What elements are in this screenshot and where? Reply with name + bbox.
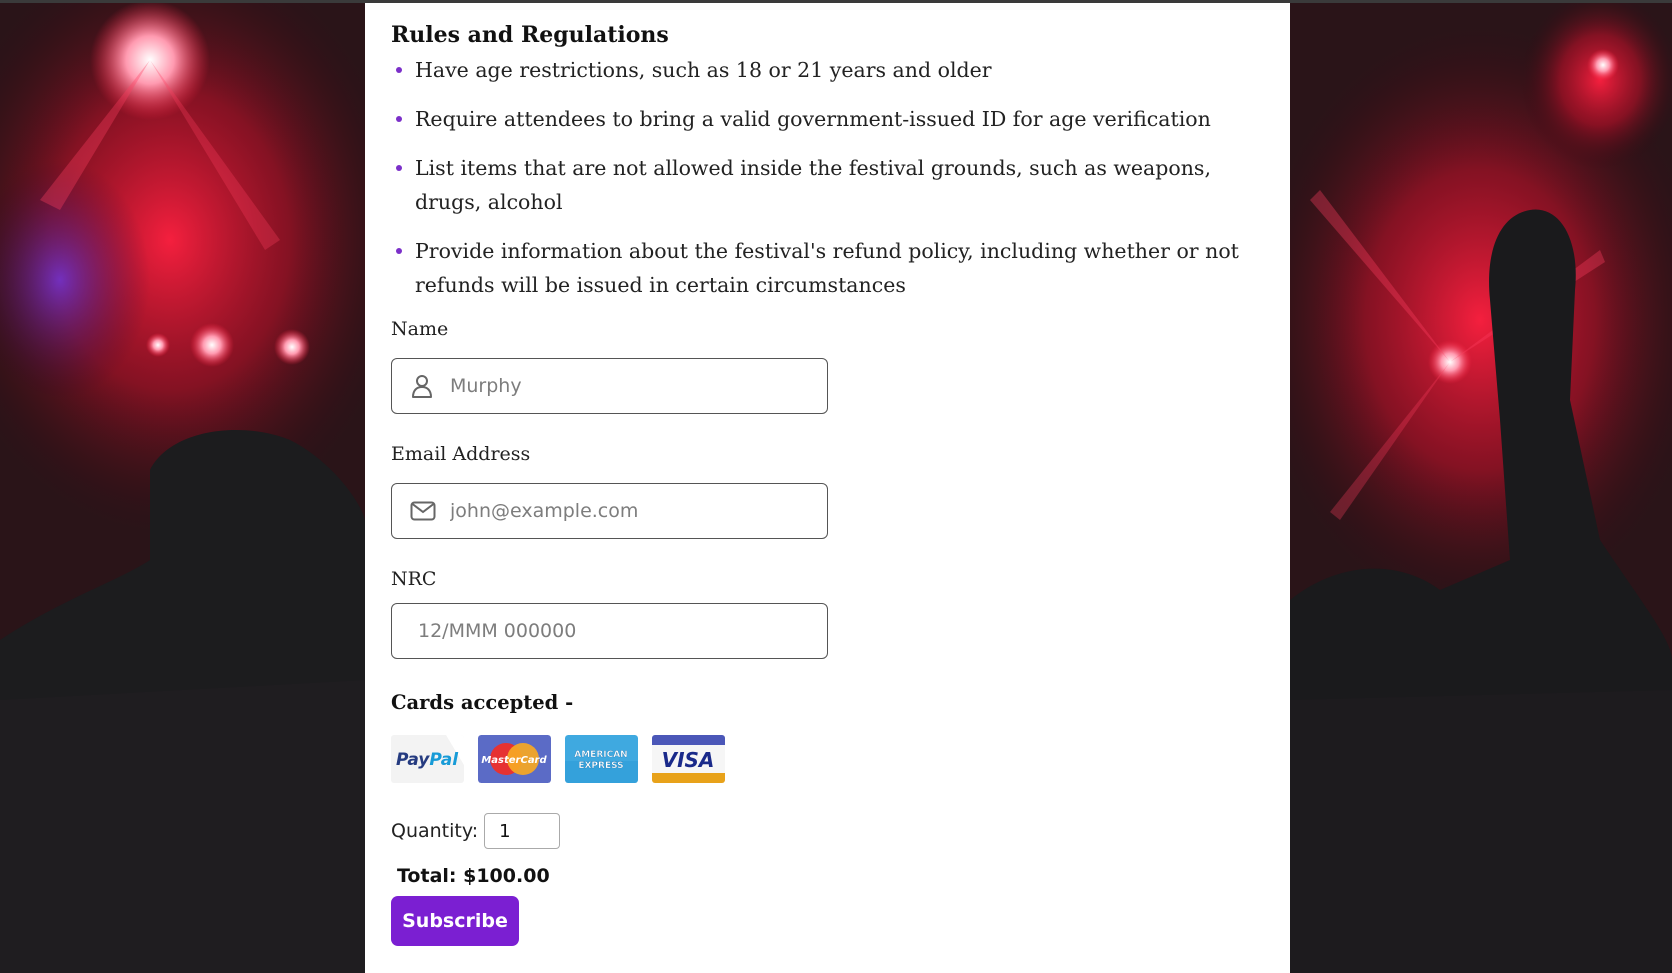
rule-item: Require attendees to bring a valid gover… <box>396 102 1264 136</box>
rules-title: Rules and Regulations <box>391 22 669 48</box>
email-label: Email Address <box>391 443 531 465</box>
mail-icon <box>410 498 436 524</box>
name-field[interactable] <box>391 358 828 414</box>
mastercard-logo: MasterCard <box>478 735 551 783</box>
svg-text:AMERICAN: AMERICAN <box>574 750 627 760</box>
rule-item: Provide information about the festival's… <box>396 234 1264 302</box>
visa-logo: VISA <box>652 735 725 783</box>
svg-text:VISA: VISA <box>662 748 715 772</box>
nrc-label: NRC <box>391 568 437 590</box>
cards-accepted-title: Cards accepted - <box>391 691 574 714</box>
paypal-logo: PayPal <box>391 735 464 783</box>
svg-text:EXPRESS: EXPRESS <box>578 761 623 771</box>
svg-text:MasterCard: MasterCard <box>481 755 547 766</box>
user-icon <box>410 373 436 399</box>
quantity-row: Quantity: <box>391 813 1264 849</box>
total-price: Total: $100.00 <box>397 865 550 887</box>
registration-panel: Rules and Regulations Have age restricti… <box>365 3 1290 973</box>
email-input[interactable] <box>450 500 790 522</box>
american-express-logo: AMERICAN EXPRESS <box>565 735 638 783</box>
name-input[interactable] <box>450 375 790 397</box>
quantity-label: Quantity: <box>391 820 479 842</box>
accepted-cards: PayPal MasterCard AMERICAN EXPRESS VISA <box>391 735 1264 783</box>
window-top-border <box>0 0 1672 3</box>
rule-item: Have age restrictions, such as 18 or 21 … <box>396 53 1264 87</box>
nrc-input[interactable] <box>418 620 758 642</box>
nrc-field[interactable] <box>391 603 828 659</box>
name-label: Name <box>391 318 449 340</box>
quantity-input[interactable] <box>484 813 561 849</box>
subscribe-button[interactable]: Subscribe <box>391 896 519 946</box>
email-field[interactable] <box>391 483 828 539</box>
rule-item: List items that are not allowed inside t… <box>396 151 1264 219</box>
svg-text:PayPal: PayPal <box>396 750 459 770</box>
rules-list: Have age restrictions, such as 18 or 21 … <box>391 53 1264 302</box>
